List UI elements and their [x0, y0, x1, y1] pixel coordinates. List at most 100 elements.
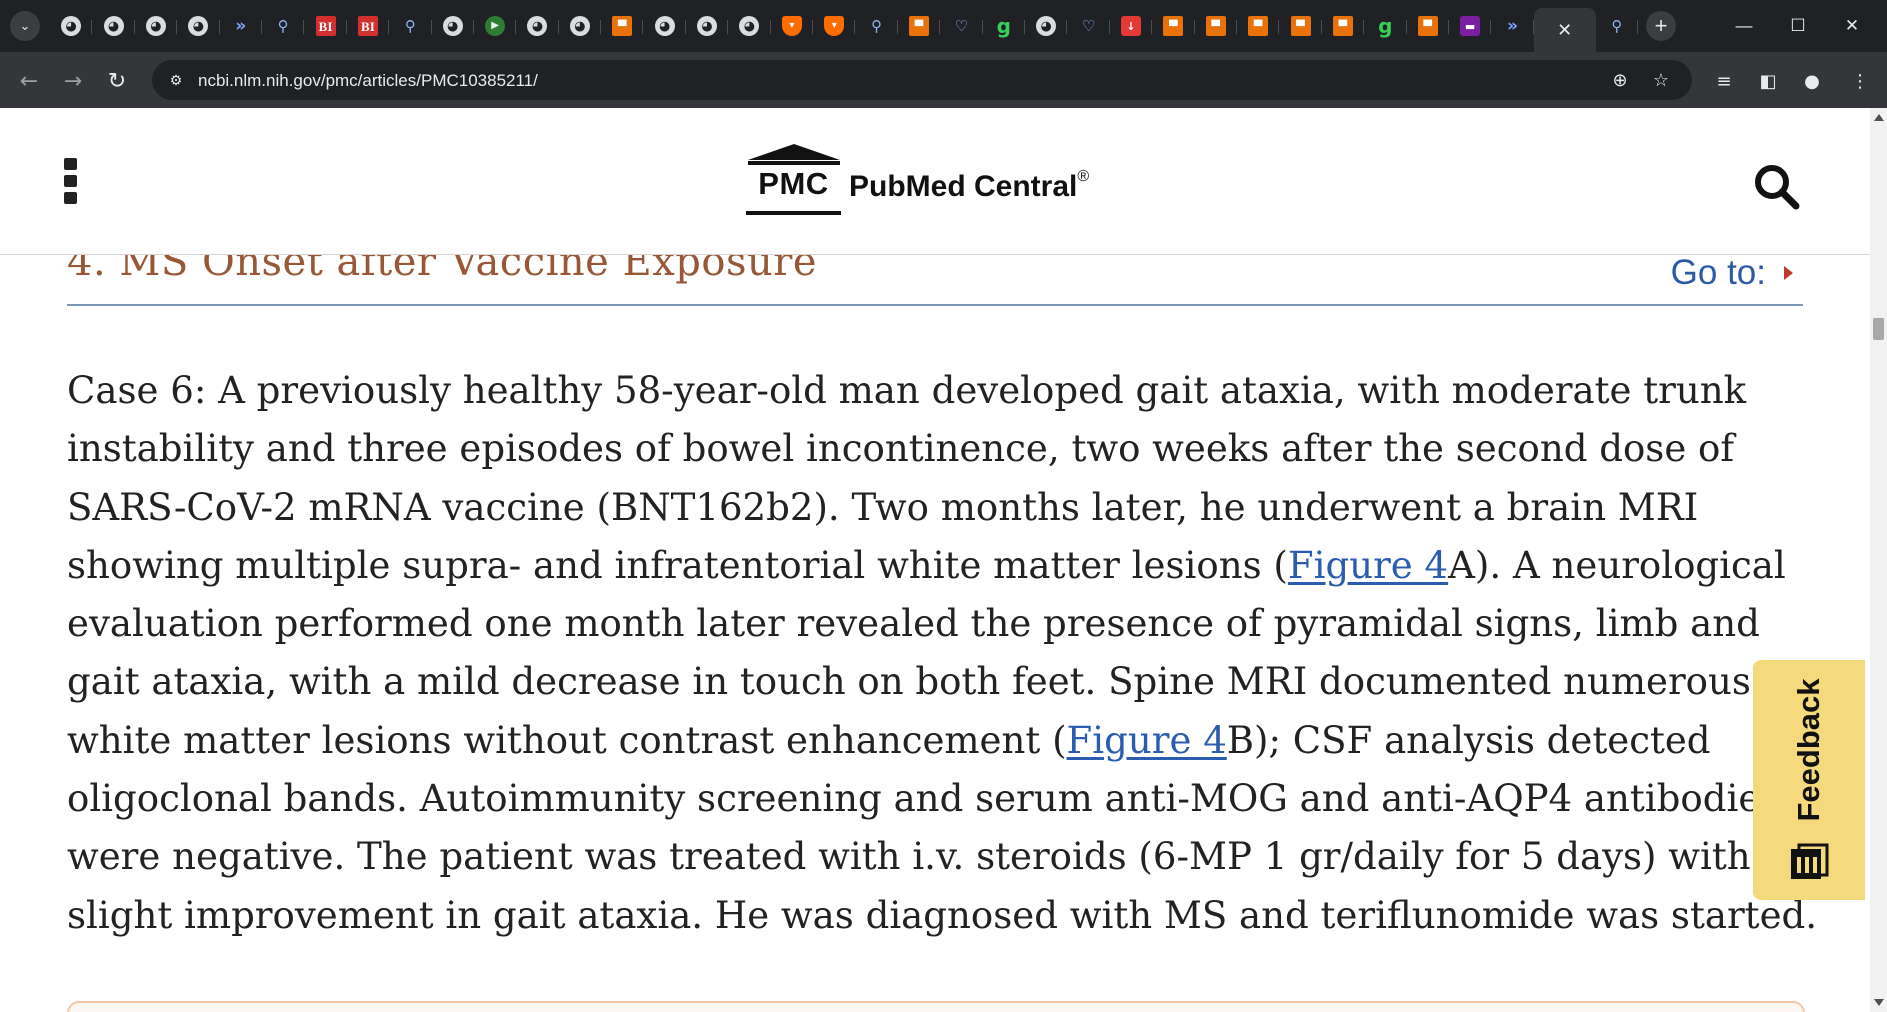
figure-4-link[interactable]: Figure 4	[1288, 544, 1448, 587]
tab-search-button[interactable]: ⌄	[10, 11, 40, 41]
menu-dot	[64, 175, 77, 187]
bookmark-favicon-icon: ▀	[612, 16, 633, 36]
browser-tab[interactable]: ⚲	[389, 8, 432, 44]
bookmark-star-icon[interactable]: ☆	[1649, 68, 1673, 92]
back-button[interactable]: ←	[14, 66, 44, 96]
g-favicon-icon: g	[1378, 14, 1393, 38]
menu-button[interactable]	[64, 158, 80, 204]
profile-avatar-icon[interactable]: ●	[1798, 67, 1826, 95]
paragraph-line: Case 6: A previously healthy 58-year-old…	[67, 369, 1747, 412]
browser-tab[interactable]: ⚲	[262, 8, 305, 44]
menu-dot	[64, 158, 77, 170]
browser-tab[interactable]: ◕	[686, 8, 729, 44]
browser-tab[interactable]: ◕	[177, 8, 220, 44]
line-text: B); CSF analysis detected	[1226, 718, 1711, 762]
close-tab-icon[interactable]: ✕	[1557, 20, 1572, 41]
brave-shield-icon: ▾	[781, 16, 802, 36]
zoom-icon[interactable]: ⊕	[1608, 68, 1632, 92]
browser-tab[interactable]: ◕	[50, 8, 93, 44]
goto-menu[interactable]: Go to:	[1671, 253, 1793, 293]
play-favicon-icon: ▶	[485, 16, 506, 36]
bookmark-favicon-icon: ▀	[1163, 16, 1184, 36]
side-panel-icon[interactable]: ◧	[1754, 67, 1782, 95]
browser-tab[interactable]: BI	[347, 8, 390, 44]
bookmark-favicon-icon: ▀	[1205, 16, 1226, 36]
browser-tab[interactable]: ▀	[1195, 8, 1238, 44]
browser-tab[interactable]: g	[983, 8, 1026, 44]
browser-tab[interactable]: ◕	[1025, 8, 1068, 44]
paragraph-line: showing multiple supra- and infratentori…	[67, 537, 1857, 595]
browser-tab[interactable]: ◕	[135, 8, 178, 44]
browser-tab[interactable]: ▀	[1152, 8, 1195, 44]
globe-icon: ◕	[145, 16, 166, 36]
site-info-icon[interactable]: ⚙	[164, 68, 188, 92]
maximize-icon: ☐	[1790, 16, 1806, 35]
bookmark-favicon-icon: ▀	[909, 16, 929, 36]
browser-tab[interactable]: BI	[304, 8, 348, 44]
paragraph-line: slight improvement in gait ataxia. He wa…	[67, 893, 1818, 937]
arrow-right-icon: →	[63, 68, 83, 94]
forward-button[interactable]: →	[58, 66, 88, 96]
browser-tab[interactable]: »	[220, 8, 263, 44]
browser-tab[interactable]: ▀	[898, 8, 941, 44]
minimize-button[interactable]: —	[1717, 10, 1771, 42]
globe-icon: ◕	[103, 16, 124, 36]
bi-favicon-icon: BI	[315, 16, 336, 36]
browser-tab[interactable]: ▀	[1322, 8, 1365, 44]
feedback-label: Feedback	[1791, 678, 1826, 822]
globe-icon: ◕	[527, 16, 548, 36]
reload-button[interactable]: ↻	[102, 66, 132, 96]
paragraph-line: instability and three episodes of bowel …	[67, 427, 1735, 471]
browser-tab[interactable]: ◕	[728, 8, 772, 44]
browser-tab[interactable]: ▾	[771, 8, 814, 44]
browser-tab[interactable]: ↓	[1110, 8, 1153, 44]
paragraph-line: SARS-CoV-2 mRNA vaccine (BNT162b2). Two …	[67, 485, 1699, 529]
scroll-down-arrow-icon[interactable]	[1874, 999, 1884, 1006]
browser-toolbar: ← → ↻ ⚙ ncbi.nlm.nih.gov/pmc/articles/PM…	[0, 52, 1887, 108]
browser-tab[interactable]: ▀	[601, 8, 644, 44]
maximize-button[interactable]: ☐	[1771, 10, 1825, 42]
browser-tab[interactable]: ◕	[516, 8, 560, 44]
close-window-button[interactable]: ✕	[1825, 10, 1879, 42]
menu-dot	[64, 192, 77, 204]
feedback-button[interactable]: Feedback	[1753, 660, 1865, 900]
browser-tab[interactable]: ◕	[92, 8, 136, 44]
vertical-scrollbar[interactable]	[1870, 108, 1887, 1012]
scrollbar-thumb[interactable]	[1873, 318, 1884, 340]
new-tab-button[interactable]: +	[1646, 11, 1677, 41]
line-text: A). A neurological	[1448, 543, 1786, 587]
tab-strip: ⌄ ◕ ◕ ◕ ◕ » ⚲ BI BI ⚲ ◕ ▶ ◕ ◕ ▀ ◕ ◕ ◕ ▾ ▾ ⚲ ▀ ♡ g ◕ ♡ ↓ ▀ ▀ ▀ ▀ ▀ g ▀ ▬ » ✕…	[0, 0, 1887, 52]
browser-tab[interactable]: ▬	[1449, 8, 1492, 44]
address-bar[interactable]: ⚙ ncbi.nlm.nih.gov/pmc/articles/PMC10385…	[152, 60, 1692, 100]
browser-tab[interactable]: ◕	[643, 8, 687, 44]
scroll-up-arrow-icon[interactable]	[1874, 114, 1884, 121]
browser-tab[interactable]: ♡	[1067, 8, 1111, 44]
search-icon[interactable]	[1752, 162, 1800, 210]
more-options-icon[interactable]: ⋮	[1846, 67, 1874, 95]
browser-tab[interactable]: ▀	[1279, 8, 1323, 44]
figure-4-link[interactable]: Figure 4	[1067, 719, 1227, 762]
browser-tab[interactable]: ♡	[940, 8, 983, 44]
browser-tab[interactable]: ▀	[1237, 8, 1280, 44]
browser-tab[interactable]: g	[1364, 8, 1407, 44]
paragraph-line: evaluation performed one month later rev…	[67, 602, 1760, 646]
active-tab[interactable]: ✕	[1533, 8, 1596, 52]
bookmark-favicon-icon: ▀	[1332, 16, 1353, 36]
page-viewport: PMC PubMed Central® 4. MS Onset after Va…	[0, 108, 1870, 1012]
globe-icon: ◕	[697, 16, 718, 36]
browser-tab[interactable]: »	[1491, 8, 1535, 44]
browser-tab[interactable]: ⚲	[1596, 8, 1639, 44]
url-text[interactable]: ncbi.nlm.nih.gov/pmc/articles/PMC1038521…	[198, 71, 538, 91]
browser-tab[interactable]: ⚲	[855, 8, 899, 44]
chevron-down-icon: ⌄	[19, 18, 31, 33]
globe-icon: ◕	[442, 16, 463, 36]
browser-tab[interactable]: ▀	[1407, 8, 1450, 44]
browser-tab[interactable]: ◕	[559, 8, 602, 44]
browser-tab[interactable]: ▾	[813, 8, 856, 44]
pmc-logo[interactable]: PMC PubMed Central®	[746, 144, 1089, 216]
globe-icon: ◕	[739, 16, 760, 36]
media-control-icon[interactable]: ≡	[1710, 67, 1738, 95]
browser-tab[interactable]: ◕	[432, 8, 475, 44]
g-favicon-icon: g	[996, 14, 1011, 38]
browser-tab[interactable]: ▶	[474, 8, 517, 44]
